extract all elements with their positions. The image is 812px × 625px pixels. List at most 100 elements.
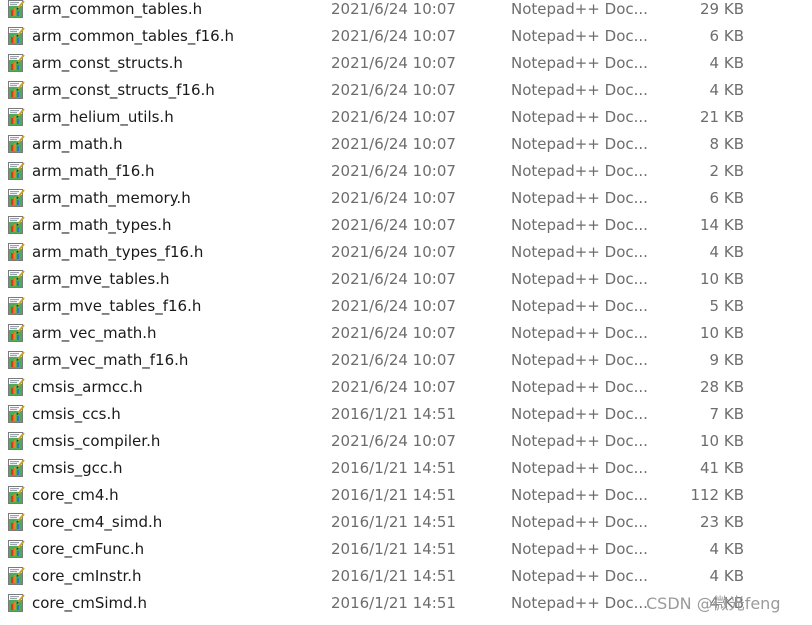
date-modified: 2021/6/24 10:07 bbox=[331, 135, 456, 153]
file-size: 6 KB bbox=[709, 189, 744, 207]
file-name: arm_mve_tables_f16.h bbox=[32, 297, 202, 315]
file-type: Notepad++ Doc... bbox=[511, 27, 648, 45]
file-type: Notepad++ Doc... bbox=[511, 162, 648, 180]
file-row[interactable]: arm_mve_tables.h 2021/6/24 10:07 Notepad++… bbox=[0, 266, 812, 293]
file-size: 4 KB bbox=[709, 540, 744, 558]
file-name: cmsis_armcc.h bbox=[32, 378, 143, 396]
file-row[interactable]: cmsis_armcc.h 2021/6/24 10:07 Notepad++ Do… bbox=[0, 374, 812, 401]
file-row[interactable]: core_cm4_simd.h 2016/1/21 14:51 Notepad++ … bbox=[0, 509, 812, 536]
notepadpp-header-file-icon bbox=[7, 215, 26, 235]
file-row[interactable]: arm_helium_utils.h 2021/6/24 10:07 Notepad… bbox=[0, 104, 812, 131]
file-row[interactable]: cmsis_ccs.h 2016/1/21 14:51 Notepad++ Doc.… bbox=[0, 401, 812, 428]
notepadpp-header-file-icon bbox=[7, 0, 26, 19]
file-name: cmsis_compiler.h bbox=[32, 432, 161, 450]
file-size: 10 KB bbox=[700, 324, 744, 342]
notepadpp-header-file-icon bbox=[7, 458, 26, 478]
file-size: 10 KB bbox=[700, 270, 744, 288]
file-row[interactable]: arm_const_structs_f16.h 2021/6/24 10:07 No… bbox=[0, 77, 812, 104]
notepadpp-header-file-icon bbox=[7, 323, 26, 343]
file-name: core_cmSimd.h bbox=[32, 594, 147, 612]
date-modified: 2021/6/24 10:07 bbox=[331, 81, 456, 99]
file-row[interactable]: arm_const_structs.h 2021/6/24 10:07 Notepa… bbox=[0, 50, 812, 77]
date-modified: 2016/1/21 14:51 bbox=[331, 486, 456, 504]
file-row[interactable]: arm_mve_tables_f16.h 2021/6/24 10:07 Notep… bbox=[0, 293, 812, 320]
file-row[interactable]: arm_vec_math.h 2021/6/24 10:07 Notepad++ D… bbox=[0, 320, 812, 347]
notepadpp-header-file-icon bbox=[7, 188, 26, 208]
file-name: core_cm4.h bbox=[32, 486, 119, 504]
date-modified: 2016/1/21 14:51 bbox=[331, 513, 456, 531]
file-row[interactable]: arm_common_tables.h 2021/6/24 10:07 Notepa… bbox=[0, 0, 812, 23]
file-name: arm_math_types.h bbox=[32, 216, 172, 234]
date-modified: 2021/6/24 10:07 bbox=[331, 0, 456, 18]
watermark: CSDN @微光feng bbox=[646, 594, 781, 613]
notepadpp-header-file-icon bbox=[7, 593, 26, 613]
file-row[interactable]: arm_math_memory.h 2021/6/24 10:07 Notepad+… bbox=[0, 185, 812, 212]
date-modified: 2021/6/24 10:07 bbox=[331, 108, 456, 126]
date-modified: 2016/1/21 14:51 bbox=[331, 567, 456, 585]
notepadpp-header-file-icon bbox=[7, 242, 26, 262]
notepadpp-header-file-icon bbox=[7, 539, 26, 559]
file-row[interactable]: arm_math_f16.h 2021/6/24 10:07 Notepad++ D… bbox=[0, 158, 812, 185]
file-size: 14 KB bbox=[700, 216, 744, 234]
notepadpp-header-file-icon bbox=[7, 431, 26, 451]
file-size: 29 KB bbox=[700, 0, 744, 18]
file-size: 2 KB bbox=[709, 162, 744, 180]
notepadpp-header-file-icon bbox=[7, 134, 26, 154]
file-type: Notepad++ Doc... bbox=[511, 108, 648, 126]
file-row[interactable]: core_cmFunc.h 2016/1/21 14:51 Notepad++ Do… bbox=[0, 536, 812, 563]
date-modified: 2021/6/24 10:07 bbox=[331, 162, 456, 180]
file-type: Notepad++ Doc... bbox=[511, 81, 648, 99]
date-modified: 2021/6/24 10:07 bbox=[331, 216, 456, 234]
file-name: arm_const_structs.h bbox=[32, 54, 183, 72]
file-row[interactable]: arm_math_types_f16.h 2021/6/24 10:07 Notep… bbox=[0, 239, 812, 266]
file-size: 6 KB bbox=[709, 27, 744, 45]
file-size: 112 KB bbox=[690, 486, 744, 504]
file-name: core_cmInstr.h bbox=[32, 567, 142, 585]
file-size: 9 KB bbox=[709, 351, 744, 369]
file-name: arm_common_tables.h bbox=[32, 0, 203, 18]
date-modified: 2016/1/21 14:51 bbox=[331, 459, 456, 477]
file-type: Notepad++ Doc... bbox=[511, 270, 648, 288]
file-name: cmsis_ccs.h bbox=[32, 405, 121, 423]
file-type: Notepad++ Doc... bbox=[511, 243, 648, 261]
file-name: arm_helium_utils.h bbox=[32, 108, 174, 126]
file-type: Notepad++ Doc... bbox=[511, 189, 648, 207]
file-row[interactable]: arm_vec_math_f16.h 2021/6/24 10:07 Notepad… bbox=[0, 347, 812, 374]
file-type: Notepad++ Doc... bbox=[511, 567, 648, 585]
file-size: 4 KB bbox=[709, 81, 744, 99]
file-row[interactable]: cmsis_gcc.h 2016/1/21 14:51 Notepad++ Doc.… bbox=[0, 455, 812, 482]
file-name: arm_mve_tables.h bbox=[32, 270, 170, 288]
file-row[interactable]: core_cmInstr.h 2016/1/21 14:51 Notepad++ D… bbox=[0, 563, 812, 590]
file-type: Notepad++ Doc... bbox=[511, 297, 648, 315]
file-name: arm_math_types_f16.h bbox=[32, 243, 204, 261]
file-size: 23 KB bbox=[700, 513, 744, 531]
notepadpp-header-file-icon bbox=[7, 269, 26, 289]
file-type: Notepad++ Doc... bbox=[511, 0, 648, 18]
file-type: Notepad++ Doc... bbox=[511, 594, 648, 612]
file-size: 8 KB bbox=[709, 135, 744, 153]
file-row[interactable]: arm_common_tables_f16.h 2021/6/24 10:07 No… bbox=[0, 23, 812, 50]
date-modified: 2021/6/24 10:07 bbox=[331, 54, 456, 72]
date-modified: 2021/6/24 10:07 bbox=[331, 432, 456, 450]
file-size: 10 KB bbox=[700, 432, 744, 450]
file-type: Notepad++ Doc... bbox=[511, 540, 648, 558]
file-type: Notepad++ Doc... bbox=[511, 486, 648, 504]
file-type: Notepad++ Doc... bbox=[511, 513, 648, 531]
file-name: arm_vec_math.h bbox=[32, 324, 157, 342]
notepadpp-header-file-icon bbox=[7, 26, 26, 46]
file-name: cmsis_gcc.h bbox=[32, 459, 123, 477]
file-type: Notepad++ Doc... bbox=[511, 324, 648, 342]
file-row[interactable]: cmsis_compiler.h 2021/6/24 10:07 Notepad++… bbox=[0, 428, 812, 455]
file-size: 7 KB bbox=[709, 405, 744, 423]
date-modified: 2021/6/24 10:07 bbox=[331, 351, 456, 369]
file-row[interactable]: arm_math_types.h 2021/6/24 10:07 Notepad++… bbox=[0, 212, 812, 239]
date-modified: 2021/6/24 10:07 bbox=[331, 324, 456, 342]
notepadpp-header-file-icon bbox=[7, 296, 26, 316]
notepadpp-header-file-icon bbox=[7, 566, 26, 586]
file-size: 4 KB bbox=[709, 54, 744, 72]
file-row[interactable]: core_cm4.h 2016/1/21 14:51 Notepad++ Doc..… bbox=[0, 482, 812, 509]
file-row[interactable]: arm_math.h 2021/6/24 10:07 Notepad++ Doc..… bbox=[0, 131, 812, 158]
file-type: Notepad++ Doc... bbox=[511, 216, 648, 234]
file-name: core_cm4_simd.h bbox=[32, 513, 163, 531]
notepadpp-header-file-icon bbox=[7, 485, 26, 505]
